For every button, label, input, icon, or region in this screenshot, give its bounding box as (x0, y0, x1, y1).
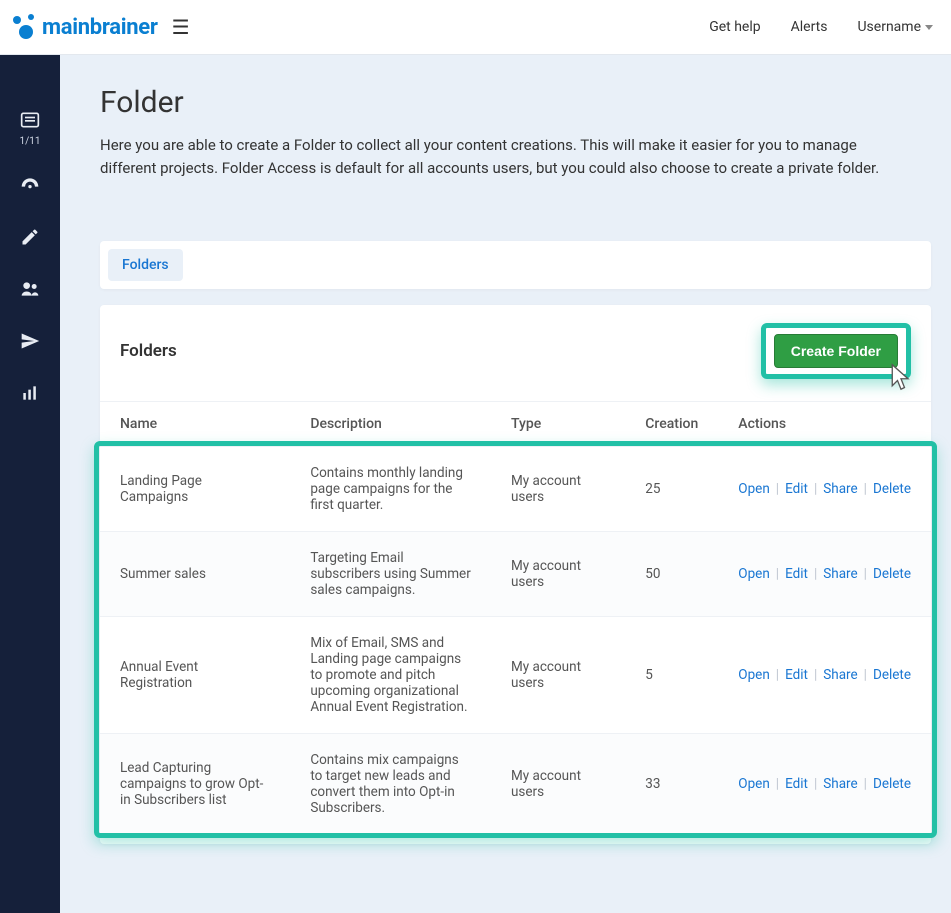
cell-description: Targeting Email subscribers using Summer… (290, 531, 491, 616)
send-icon (20, 331, 40, 355)
cell-creation: 50 (625, 531, 718, 616)
col-actions: Actions (718, 401, 931, 446)
col-description: Description (290, 401, 491, 446)
alerts-link[interactable]: Alerts (791, 19, 828, 35)
delete-link[interactable]: Delete (873, 776, 911, 792)
sidebar-create[interactable] (20, 227, 40, 251)
cell-description: Contains mix campaigns to target new lea… (290, 733, 491, 834)
open-link[interactable]: Open (738, 481, 769, 497)
page-title: Folder (100, 85, 931, 120)
cell-name: Annual Event Registration (100, 616, 290, 733)
col-name: Name (100, 401, 290, 446)
panel-title: Folders (120, 341, 177, 361)
sidebar-campaigns[interactable] (20, 331, 40, 355)
chart-icon (20, 383, 40, 407)
col-type: Type (491, 401, 625, 446)
table-row: Summer salesTargeting Email subscribers … (100, 531, 931, 616)
folders-panel: Folders Create Folder Name Description T… (100, 305, 931, 844)
cell-creation: 5 (625, 616, 718, 733)
cell-description: Contains monthly landing page campaigns … (290, 446, 491, 531)
col-creation: Creation (625, 401, 718, 446)
cell-actions: Open|Edit|Share|Delete (718, 531, 931, 616)
cell-name: Landing Page Campaigns (100, 446, 290, 531)
cell-creation: 25 (625, 446, 718, 531)
edit-link[interactable]: Edit (785, 481, 808, 497)
delete-link[interactable]: Delete (873, 481, 911, 497)
left-sidebar: 1/11 (0, 55, 60, 913)
gauge-icon (20, 175, 40, 199)
table-row: Landing Page CampaignsContains monthly l… (100, 446, 931, 531)
cell-actions: Open|Edit|Share|Delete (718, 733, 931, 834)
delete-link[interactable]: Delete (873, 566, 911, 582)
create-folder-button[interactable]: Create Folder (774, 334, 898, 368)
username-menu[interactable]: Username (857, 19, 933, 35)
brand-text: mainbrainer (42, 15, 158, 40)
share-link[interactable]: Share (823, 776, 857, 792)
page-description: Here you are able to create a Folder to … (100, 134, 880, 181)
share-link[interactable]: Share (823, 667, 857, 683)
edit-link[interactable]: Edit (785, 776, 808, 792)
folders-table-wrap: Name Description Type Creation Actions L… (100, 401, 931, 834)
get-help-link[interactable]: Get help (709, 19, 760, 35)
open-link[interactable]: Open (738, 776, 769, 792)
cell-name: Summer sales (100, 531, 290, 616)
sidebar-dashboard[interactable] (20, 175, 40, 199)
cell-actions: Open|Edit|Share|Delete (718, 616, 931, 733)
cell-type: My account users (491, 446, 625, 531)
share-link[interactable]: Share (823, 481, 857, 497)
share-link[interactable]: Share (823, 566, 857, 582)
tab-folders[interactable]: Folders (108, 249, 183, 281)
create-folder-highlight: Create Folder (761, 323, 911, 379)
cell-description: Mix of Email, SMS and Landing page campa… (290, 616, 491, 733)
table-row: Annual Event RegistrationMix of Email, S… (100, 616, 931, 733)
edit-link[interactable]: Edit (785, 667, 808, 683)
chevron-down-icon (925, 25, 933, 30)
cell-creation: 33 (625, 733, 718, 834)
cell-type: My account users (491, 616, 625, 733)
pencil-icon (20, 227, 40, 251)
sidebar-insights[interactable] (20, 383, 40, 407)
cell-type: My account users (491, 733, 625, 834)
open-link[interactable]: Open (738, 566, 769, 582)
list-icon (20, 110, 40, 134)
table-row: Lead Capturing campaigns to grow Opt-in … (100, 733, 931, 834)
logo-dots-icon (10, 13, 38, 41)
username-label: Username (857, 19, 921, 35)
tab-strip: Folders (100, 241, 931, 289)
main-content: Folder Here you are able to create a Fol… (60, 55, 951, 913)
top-bar: mainbrainer ☰ Get help Alerts Username (0, 0, 951, 55)
users-icon (20, 279, 40, 303)
folders-table: Name Description Type Creation Actions L… (100, 401, 931, 834)
open-link[interactable]: Open (738, 667, 769, 683)
edit-link[interactable]: Edit (785, 566, 808, 582)
sidebar-step-indicator[interactable]: 1/11 (20, 110, 41, 147)
cell-name: Lead Capturing campaigns to grow Opt-in … (100, 733, 290, 834)
delete-link[interactable]: Delete (873, 667, 911, 683)
cell-type: My account users (491, 531, 625, 616)
cell-actions: Open|Edit|Share|Delete (718, 446, 931, 531)
step-label: 1/11 (20, 136, 41, 147)
menu-toggle-icon[interactable]: ☰ (172, 17, 190, 37)
sidebar-crm[interactable] (20, 279, 40, 303)
brand-logo[interactable]: mainbrainer (10, 13, 158, 41)
